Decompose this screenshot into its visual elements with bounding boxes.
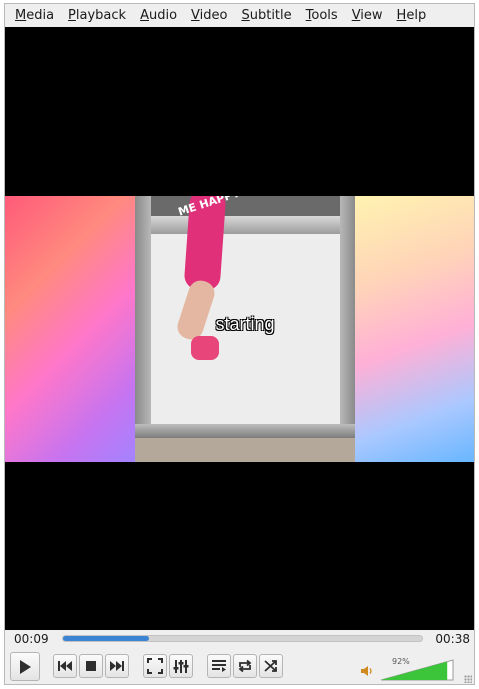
seek-slider[interactable] — [62, 635, 423, 642]
vlc-window: Media Playback Audio Video Subtitle Tool… — [4, 3, 475, 685]
menu-audio[interactable]: Audio — [133, 4, 184, 27]
fullscreen-button[interactable] — [143, 654, 167, 678]
volume-slider[interactable] — [380, 659, 456, 681]
video-background-left — [5, 196, 135, 462]
menu-view[interactable]: View — [345, 4, 390, 27]
drawer-rim — [135, 216, 355, 234]
video-background-right — [355, 196, 474, 462]
fullscreen-icon — [147, 658, 163, 674]
play-button[interactable] — [10, 652, 40, 681]
next-button[interactable] — [105, 654, 129, 678]
elapsed-time: 00:09 — [14, 632, 49, 646]
extended-settings-icon — [173, 660, 189, 673]
loop-button[interactable] — [233, 654, 257, 678]
menu-tools[interactable]: Tools — [299, 4, 345, 27]
seek-progress — [63, 636, 150, 641]
shuffle-button[interactable] — [259, 654, 283, 678]
loop-icon — [238, 659, 252, 673]
stop-button[interactable] — [79, 654, 103, 678]
total-time[interactable]: 00:38 — [435, 632, 470, 646]
speaker-icon[interactable] — [360, 665, 374, 677]
next-icon — [110, 661, 124, 671]
previous-button[interactable] — [53, 654, 77, 678]
seek-row: 00:09 00:38 — [5, 630, 474, 650]
stop-icon — [86, 661, 96, 671]
menu-help[interactable]: Help — [390, 4, 434, 27]
previous-icon — [58, 661, 72, 671]
menu-bar: Media Playback Audio Video Subtitle Tool… — [5, 4, 474, 27]
controls-bar: 92% — [5, 650, 474, 684]
video-frame: ME HAPPY starting — [5, 196, 474, 462]
menu-media[interactable]: Media — [5, 4, 61, 27]
drawer-back — [135, 196, 355, 218]
play-icon — [20, 659, 31, 674]
menu-subtitle[interactable]: Subtitle — [234, 4, 298, 27]
subtitle-text: starting — [215, 314, 275, 334]
menu-video[interactable]: Video — [184, 4, 234, 27]
menu-playback[interactable]: Playback — [61, 4, 133, 27]
sponge — [191, 336, 219, 360]
playlist-icon — [212, 660, 226, 672]
video-area[interactable]: ME HAPPY starting — [5, 27, 474, 630]
playlist-button[interactable] — [207, 654, 231, 678]
resize-grip[interactable] — [464, 675, 472, 683]
drawer-base — [135, 438, 355, 462]
extended-settings-button[interactable] — [169, 654, 193, 678]
drawer-front — [135, 424, 355, 438]
shuffle-icon — [264, 660, 277, 672]
